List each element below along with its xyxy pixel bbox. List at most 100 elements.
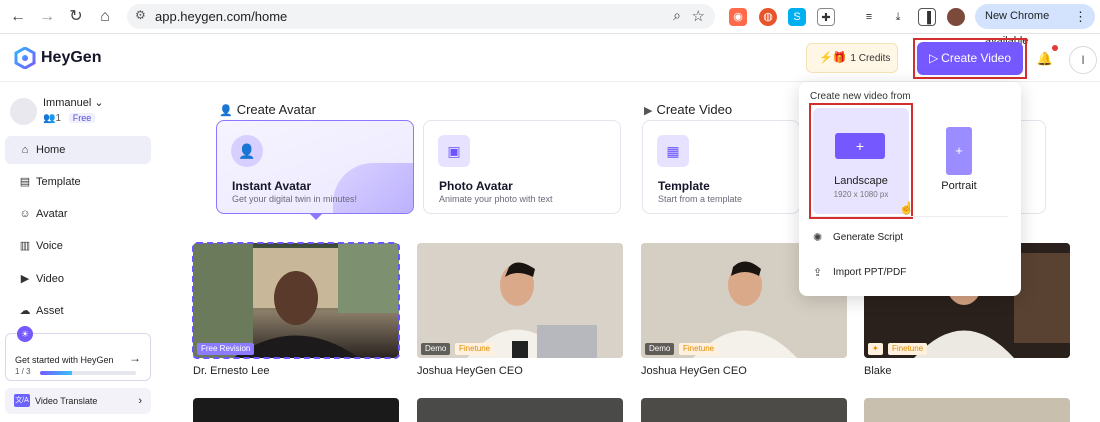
avatar-icon: ☺ [19,208,31,220]
sidebar-item-label: Asset [36,305,64,317]
demo-tag: Demo [645,343,675,355]
app-header: HeyGen ⚡🎁 1 Credits ▷ Create Video 🔔 I [0,34,1100,82]
card-desc: Start from a template [658,194,743,204]
forward-icon[interactable]: → [37,7,57,27]
credits-icon: ⚡🎁 [819,52,847,64]
plus-icon: + [835,133,885,159]
notification-dot [1052,45,1058,51]
template-card-icon: ▦ [657,135,689,167]
workspace-switcher[interactable]: Immanuel ⌄ [43,96,104,109]
template-card[interactable]: ▦ Template Start from a template [642,120,800,214]
extension-duckduckgo-icon[interactable]: ◍ [759,8,777,26]
sidebar-item-asset[interactable]: ☁ Asset [5,297,151,325]
dropdown-title: Create new video from [810,91,911,102]
sidebar-item-template[interactable]: ▤ Template [5,168,151,196]
avatar-thumbnail-row2[interactable] [417,398,623,422]
reload-icon[interactable]: ↻ [66,7,86,27]
video-icon: ▶ [20,273,30,285]
card-name: Template [658,179,710,193]
import-ppt-item[interactable]: ⇪ Import PPT/PDF [811,262,1007,284]
photo-avatar-icon: ▣ [438,135,470,167]
hand-cursor-icon: ☝ [899,201,914,215]
home-browser-icon[interactable]: ⌂ [95,7,115,27]
asset-icon: ☁ [19,305,31,317]
finetune-tag: Finetune [888,343,928,355]
landscape-size: 1920 x 1080 px [833,190,889,199]
landscape-option[interactable]: + Landscape 1920 x 1080 px ☝ [813,108,914,215]
workspace-avatar[interactable] [10,98,37,125]
obscured-card-edge [1020,120,1046,214]
sidebar-item-video[interactable]: ▶ Video [5,265,151,293]
side-panel-icon[interactable]: ▐ [918,8,936,26]
card-decoration [333,163,413,213]
back-icon[interactable]: ← [8,7,28,27]
sidebar-item-avatar[interactable]: ☺ Avatar [5,200,151,228]
notification-bell-icon[interactable]: 🔔 [1036,50,1054,68]
members-icon: 👥 [43,113,56,124]
credits-button[interactable]: ⚡🎁 1 Credits [806,43,898,73]
profile-icon[interactable] [947,8,965,26]
dropdown-divider [811,216,1008,217]
card-name: Instant Avatar [232,179,312,193]
chevron-down-icon: ⌄ [94,97,104,109]
plan-badge: Free [68,113,96,123]
create-avatar-section-title: 👤 Create Avatar [219,102,316,117]
account-avatar[interactable]: I [1069,46,1097,74]
avatar-name: Blake [864,365,892,377]
brand-name[interactable]: HeyGen [41,49,101,67]
template-icon: ▤ [19,176,31,188]
create-video-button[interactable]: ▷ Create Video [917,42,1023,75]
dd-item-label: Import PPT/PDF [833,267,907,278]
portrait-option[interactable]: + Portrait [935,127,983,207]
video-translate-item[interactable]: 文/A Video Translate › [5,388,151,414]
free-revision-tag: Free Revision [197,343,255,355]
create-video-section-title: ▶ Create Video [644,102,732,117]
sidebar-item-label: Avatar [36,208,68,220]
download-icon[interactable]: ⤓ [889,8,907,26]
sidebar-item-label: Video [36,273,64,285]
avatar-name: Dr. Ernesto Lee [193,365,270,377]
film-icon: ▶ [644,105,653,117]
generate-script-item[interactable]: ✺ Generate Script [811,227,1007,249]
get-started-card[interactable]: ☀ Get started with HeyGen → 1 / 3 [5,326,151,381]
portrait-label: Portrait [941,180,977,192]
media-queue-icon[interactable]: ≡ [860,8,878,26]
card-desc: Get your digital twin in minutes! [232,194,358,204]
address-bar[interactable]: ⚙ app.heygen.com/home ⌕ ☆ [127,4,715,29]
create-video-icon: ▷ [929,51,939,65]
avatar-thumbnail[interactable]: Free Revision [192,242,400,359]
avatar-thumbnail-row2[interactable] [641,398,847,422]
get-started-step: 1 / 3 [15,367,31,376]
extension-skype-icon[interactable]: S [788,8,806,26]
instant-avatar-card[interactable]: 👤 Instant Avatar Get your digital twin i… [216,120,414,214]
workspace-meta: 👥1 Free [43,113,96,124]
avatar-thumbnail[interactable]: Demo Finetune [417,243,623,358]
sidebar-item-label: Home [36,144,66,156]
card-name: Photo Avatar [439,179,513,193]
chrome-update-button[interactable]: New Chrome available ⋮ [975,4,1095,47]
members-count: 1 [55,113,62,124]
avatar-thumbnail-row2[interactable] [193,398,399,422]
heygen-logo-icon[interactable] [14,47,36,69]
openai-icon: ✺ [813,232,823,244]
zoom-icon[interactable]: ⌕ [673,7,681,24]
more-menu-icon[interactable]: ⋮ [1074,4,1087,29]
card-desc: Animate your photo with text [439,194,553,204]
create-video-dropdown: Create new video from + Landscape 1920 x… [799,82,1021,296]
extensions-puzzle-icon[interactable]: ✚ [817,8,835,26]
get-started-progress [40,371,136,375]
person-image-icon [417,243,623,358]
video-translate-label: Video Translate [35,396,98,406]
site-info-icon[interactable]: ⚙ [135,8,146,22]
plus-icon: + [946,127,972,175]
landscape-label: Landscape [834,175,888,187]
sidebar-item-voice[interactable]: ▥ Voice [5,232,151,260]
sidebar-item-label: Voice [36,240,63,252]
credits-label: 1 Credits [850,53,891,64]
bookmark-star-icon[interactable]: ☆ [692,7,705,25]
extension-record-icon[interactable]: ◉ [729,8,747,26]
avatar-thumbnail-row2[interactable] [864,398,1070,422]
photo-avatar-card[interactable]: ▣ Photo Avatar Animate your photo with t… [423,120,621,214]
browser-toolbar: ← → ↻ ⌂ ⚙ app.heygen.com/home ⌕ ☆ ◉ ◍ S … [0,0,1100,47]
sidebar-item-home[interactable]: ⌂ Home [5,136,151,164]
